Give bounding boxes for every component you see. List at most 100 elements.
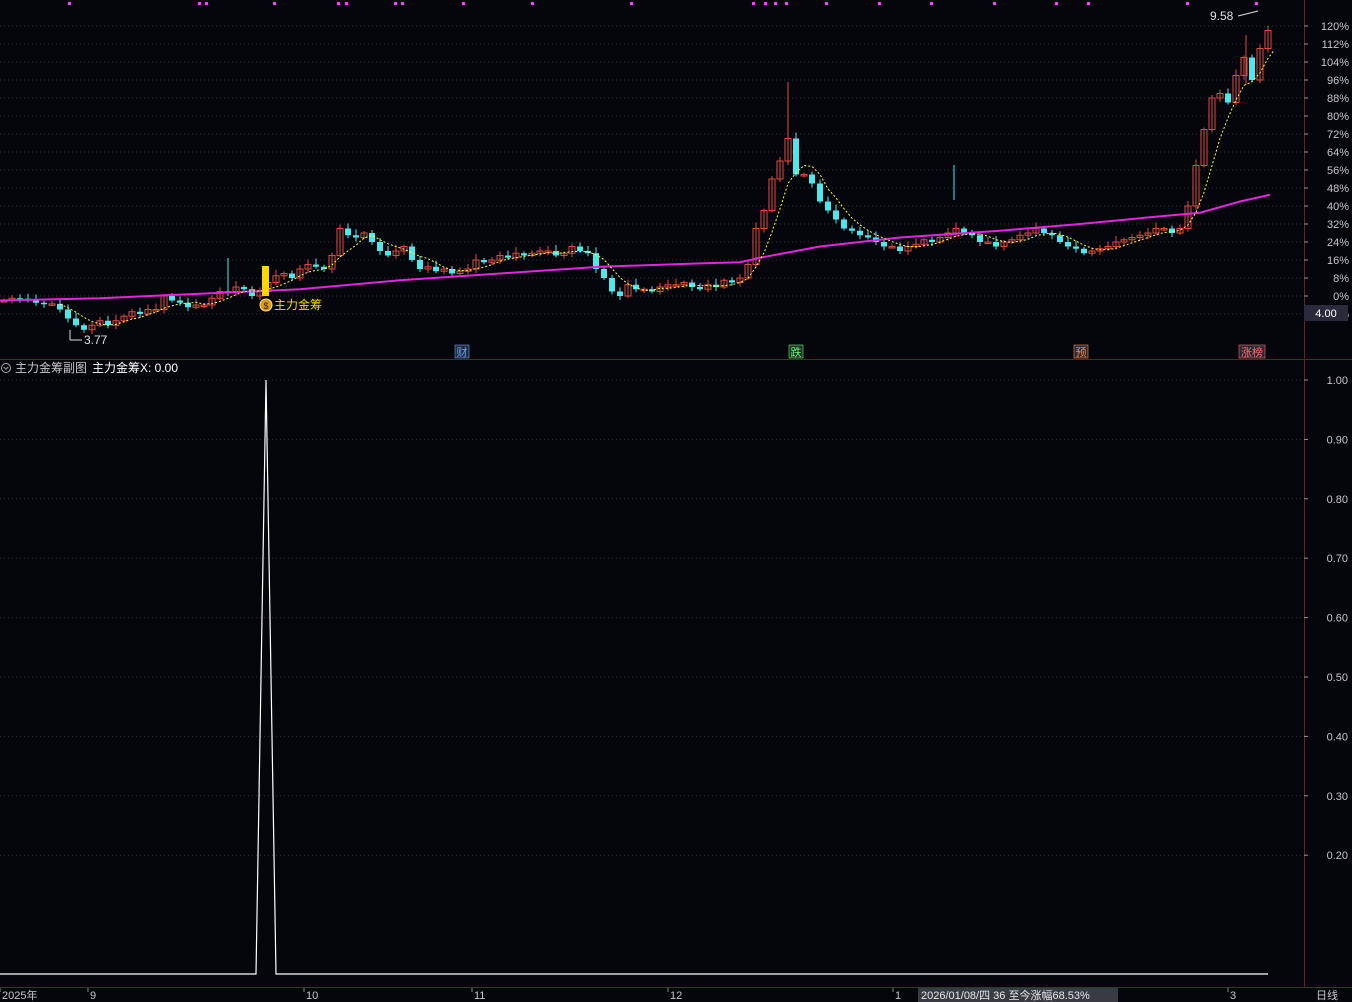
top-marker-dot [273, 2, 276, 5]
top-marker-dot [993, 2, 996, 5]
candle-body-down [177, 300, 183, 303]
y-tick-label: 104% [1321, 57, 1349, 69]
ma-short-line [59, 50, 1275, 326]
top-marker-dot [630, 2, 633, 5]
collapse-icon[interactable] [1, 363, 11, 373]
top-marker-dot [337, 2, 340, 5]
candle-body-down [1225, 93, 1231, 103]
top-marker-dot [785, 2, 788, 5]
event-marker[interactable]: 涨榜 [1241, 345, 1263, 359]
candle-body-down [521, 253, 527, 256]
date-label: 12 [670, 990, 682, 1002]
candle-body-down [433, 266, 439, 272]
candle-body-down [57, 303, 63, 310]
top-marker-dot [68, 2, 71, 5]
indicator-title: 主力金筹副图 [15, 360, 87, 375]
top-marker-dot [752, 2, 755, 5]
y-tick-label: 48% [1327, 183, 1349, 195]
candle-body-down [41, 302, 47, 305]
candle-body-down [81, 325, 87, 330]
candle-body-down [881, 242, 887, 247]
status-text: 2026/01/08/四 36 至今涨幅68.53% [921, 988, 1090, 1002]
candle-body-down [241, 287, 247, 290]
candle-body-down [105, 320, 111, 326]
chevron-down-icon [3, 366, 9, 370]
date-label: 11 [474, 990, 485, 1002]
y-tick-label: 0.50 [1327, 672, 1348, 684]
y-tick-label: 0.60 [1327, 613, 1348, 625]
y-tick-label: 80% [1327, 111, 1349, 123]
candle-body-down [857, 230, 863, 236]
top-marker-dot [198, 2, 201, 5]
candle-body-down [417, 260, 423, 269]
price-kline-chart[interactable]: 120% 112% 104% 96% 88% 80% 72% 64% 56% 48% 40% 32% 2… [0, 0, 1352, 360]
candle-body-down [377, 242, 383, 251]
top-marker-dot [825, 2, 828, 5]
date-label: 9 [90, 990, 96, 1002]
current-price-tag: 4.00 [1315, 308, 1336, 320]
signal-label: 主力金筹 [274, 297, 322, 312]
y-tick-label: 32% [1327, 219, 1349, 231]
y-tick-label: 24% [1327, 237, 1349, 249]
y-tick-label: 120% [1321, 21, 1349, 33]
candle-body-down [809, 174, 815, 184]
top-marker-dot [394, 2, 397, 5]
money-bag-glyph: $ [263, 301, 268, 311]
candle-body-down [169, 296, 175, 301]
date-label: 1 [895, 990, 901, 1002]
candle-body-down [249, 289, 255, 296]
candle-body-down [689, 282, 695, 287]
candle-body-down [833, 210, 839, 220]
candle-body-down [729, 280, 735, 283]
top-marker-dot [401, 2, 404, 5]
candle-body-down [849, 228, 855, 231]
candle-body-down [817, 183, 823, 202]
candle-body-down [505, 255, 511, 258]
candle-body-down [313, 264, 319, 267]
ma-long-line [0, 193, 1271, 302]
date-label: 3 [1230, 990, 1236, 1002]
candle-body-down [601, 269, 607, 278]
candle-body-down [353, 235, 359, 238]
candle-body-down [897, 246, 903, 251]
top-marker-dot [878, 2, 881, 5]
event-marker[interactable]: 财 [457, 345, 468, 359]
candle-body-down [481, 260, 487, 263]
period-label[interactable]: 日线 [1316, 988, 1338, 1002]
candle-body-down [73, 318, 79, 326]
y-tick-label: 64% [1327, 147, 1349, 159]
candle-body-down [865, 235, 871, 238]
candle-body-down [289, 273, 295, 278]
candle-body-down [1073, 246, 1079, 249]
top-marker-dot [205, 2, 208, 5]
y-tick-label: 0.40 [1327, 731, 1348, 743]
candle-body-down [65, 309, 71, 319]
event-marker[interactable]: 预 [1076, 346, 1087, 359]
y-tick-label: 40% [1327, 201, 1349, 213]
y-tick-label: 0.70 [1327, 553, 1348, 565]
candle-body-down [1057, 235, 1063, 242]
top-marker-dot [764, 2, 767, 5]
top-marker-dot [1255, 2, 1258, 5]
high-pointer [1237, 10, 1259, 17]
candle-body-down [1041, 228, 1047, 233]
date-axis: 2025年 9 10 11 12 1 32026/01/08/四 36 至今涨幅68.53%… [0, 987, 1352, 1002]
signal-bar [262, 266, 269, 296]
candle-body-down [385, 251, 391, 256]
event-marker[interactable]: 跌 [791, 345, 802, 359]
indicator-subchart[interactable]: 主力金筹副图 主力金筹X: 0.00 1.00 0.90 0.80 0.70 0.60 0.5… [0, 360, 1352, 987]
indicator-value: 主力金筹X: 0.00 [92, 360, 178, 375]
y-tick-label: 1.00 [1327, 375, 1348, 387]
y-tick-label: 8% [1333, 273, 1349, 285]
candle-body-down [633, 284, 639, 290]
high-price-label: 9.58 [1210, 9, 1234, 23]
candle-body-down [137, 311, 143, 314]
y-tick-label: 16% [1327, 255, 1349, 267]
candle-body-down [1081, 248, 1087, 254]
y-tick-label: 96% [1327, 75, 1349, 87]
y-tick-label: 72% [1327, 129, 1349, 141]
candle-body-down [577, 246, 583, 251]
y-tick-label: 0.90 [1327, 434, 1348, 446]
top-marker-dot [531, 2, 534, 5]
top-marker-dot [1186, 2, 1189, 5]
